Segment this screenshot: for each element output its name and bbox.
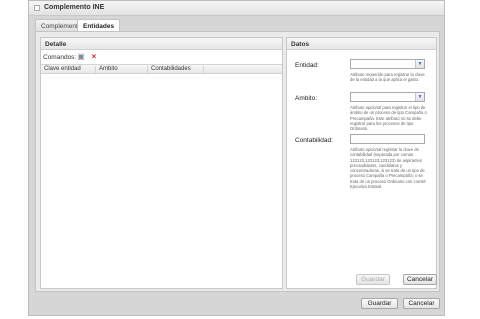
cancelar-button[interactable]: Cancelar bbox=[403, 298, 440, 309]
entidad-select[interactable]: ▼ bbox=[350, 59, 425, 69]
entidad-hint: Atributo requerido para registrar la cla… bbox=[350, 72, 425, 83]
contabilidad-label: Contabilidad: bbox=[295, 137, 333, 144]
window-icon bbox=[34, 5, 40, 11]
detalle-header: Detalle bbox=[41, 38, 282, 50]
chevron-down-icon[interactable]: ▼ bbox=[415, 60, 424, 68]
complemento-ine-dialog: Complemento INE Complemento Entidades De… bbox=[28, 0, 445, 316]
ambito-select[interactable]: ▼ bbox=[350, 92, 425, 102]
delete-icon[interactable]: × bbox=[90, 53, 98, 61]
datos-guardar-button[interactable]: Guardar bbox=[356, 274, 390, 285]
column-ambito[interactable]: Ambito bbox=[96, 66, 148, 74]
window-title: Complemento INE bbox=[44, 4, 105, 11]
contabilidad-input[interactable] bbox=[350, 134, 425, 144]
guardar-button[interactable]: Guardar bbox=[361, 298, 398, 309]
column-clave-entidad[interactable]: Clave entidad bbox=[41, 66, 96, 74]
contabilidad-hint: Atributo opcional registrar la clave de … bbox=[350, 147, 426, 190]
column-contabilidades[interactable]: Contabilidades bbox=[148, 66, 204, 74]
commands-label: Comandos: bbox=[43, 54, 77, 61]
tab-content: Detalle Comandos: ▣ × Clave entidad Ambi… bbox=[35, 31, 440, 292]
grid-header: Clave entidad Ambito Contabilidades bbox=[41, 64, 282, 74]
add-icon[interactable]: ▣ bbox=[77, 53, 85, 61]
datos-panel: Datos Entidad: ▼ Atributo requerido para… bbox=[286, 37, 437, 289]
entidad-label: Entidad: bbox=[295, 62, 319, 69]
datos-cancelar-button[interactable]: Cancelar bbox=[403, 274, 437, 285]
ambito-label: Ambito: bbox=[295, 95, 318, 102]
chevron-down-icon[interactable]: ▼ bbox=[415, 93, 424, 101]
detalle-panel: Detalle Comandos: ▣ × Clave entidad Ambi… bbox=[40, 37, 283, 289]
title-bar: Complemento INE bbox=[29, 1, 444, 16]
datos-header: Datos bbox=[287, 38, 436, 50]
ambito-hint: Atributo opcional para registrar el tipo… bbox=[350, 105, 427, 132]
